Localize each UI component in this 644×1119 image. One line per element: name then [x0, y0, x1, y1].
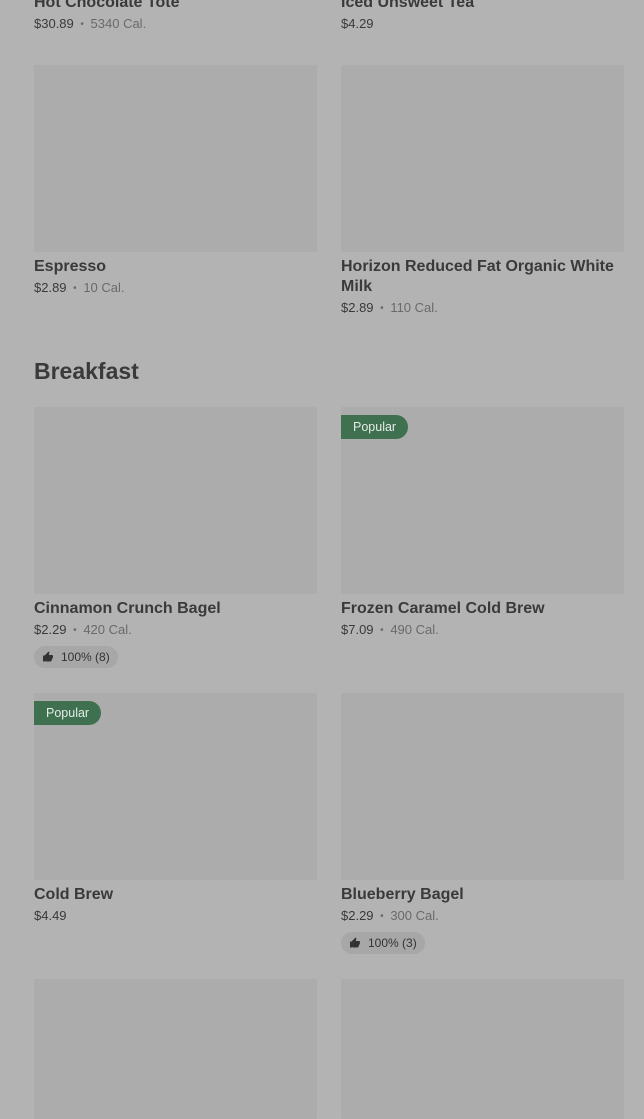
- popular-badge: Popular: [34, 701, 102, 725]
- item-name: Hot Chocolate Tote: [34, 0, 180, 11]
- item-price: $2.89: [34, 280, 67, 295]
- thumbs-up-icon: [43, 651, 53, 662]
- item-image: Popular: [34, 693, 317, 880]
- item-price: $2.29: [341, 908, 374, 923]
- item-price: $7.09: [341, 622, 374, 637]
- popular-badge: Popular: [341, 415, 409, 439]
- item-meta: $30.89 • 5340 Cal.: [34, 15, 317, 34]
- item-price: $4.49: [34, 908, 67, 923]
- menu-item-partial[interactable]: [34, 979, 317, 1119]
- menu-item-cold-brew[interactable]: Popular Cold Brew $4.49: [34, 693, 317, 924]
- item-image: [34, 407, 317, 594]
- menu-item-blueberry-bagel[interactable]: Blueberry Bagel $2.29 • 300 Cal. 100% (3…: [341, 693, 624, 954]
- item-calories: 300 Cal.: [390, 908, 439, 923]
- item-calories: 10 Cal.: [83, 280, 125, 295]
- item-meta: $2.29 • 300 Cal.: [341, 907, 624, 926]
- separator-dot: •: [380, 911, 384, 922]
- item-name: Blueberry Bagel: [341, 886, 464, 903]
- item-meta: $4.29: [341, 15, 624, 32]
- item-name: Iced Unsweet Tea: [341, 0, 475, 11]
- rating-text: 100% (3): [368, 936, 417, 950]
- separator-dot: •: [380, 303, 384, 314]
- thumbs-up-icon: [350, 937, 360, 948]
- item-calories: 5340 Cal.: [90, 16, 147, 31]
- item-price: $30.89: [34, 16, 74, 31]
- item-price: $4.29: [341, 16, 374, 31]
- item-meta: $7.09 • 490 Cal.: [341, 621, 624, 640]
- rating-pill: 100% (3): [341, 932, 425, 954]
- menu-item-hot-chocolate-tote[interactable]: Hot Chocolate Tote $30.89 • 5340 Cal.: [34, 0, 317, 34]
- menu-item-partial[interactable]: [341, 979, 624, 1119]
- rating-text: 100% (8): [61, 650, 110, 664]
- menu-item-horizon-milk[interactable]: Horizon Reduced Fat Organic White Milk $…: [341, 65, 624, 318]
- rating-pill: 100% (8): [34, 646, 118, 668]
- menu-page: Hot Chocolate Tote $30.89 • 5340 Cal. Ic…: [0, 0, 644, 1119]
- item-image: [341, 979, 624, 1119]
- separator-dot: •: [80, 19, 84, 30]
- separator-dot: •: [73, 625, 77, 636]
- separator-dot: •: [380, 625, 384, 636]
- item-name: Cinnamon Crunch Bagel: [34, 600, 221, 617]
- menu-item-iced-unsweet-tea[interactable]: Iced Unsweet Tea $4.29: [341, 0, 624, 32]
- menu-item-cinnamon-crunch-bagel[interactable]: Cinnamon Crunch Bagel $2.29 • 420 Cal. 1…: [34, 407, 317, 668]
- item-meta: $2.89 • 10 Cal.: [34, 279, 317, 298]
- item-price: $2.29: [34, 622, 67, 637]
- item-price: $2.89: [341, 300, 374, 315]
- separator-dot: •: [73, 283, 77, 294]
- item-calories: 110 Cal.: [390, 300, 438, 315]
- item-name: Espresso: [34, 258, 107, 275]
- item-image: [34, 979, 317, 1119]
- item-meta: $2.89 • 110 Cal.: [341, 299, 624, 318]
- item-name: Cold Brew: [34, 886, 114, 903]
- item-meta: $2.29 • 420 Cal.: [34, 621, 317, 640]
- item-calories: 420 Cal.: [83, 622, 132, 637]
- item-meta: $4.49: [34, 907, 317, 924]
- item-name: Horizon Reduced Fat Organic White Milk: [341, 258, 614, 295]
- section-title-breakfast: Breakfast: [34, 358, 139, 384]
- item-image: [34, 65, 317, 252]
- item-image: [341, 65, 624, 252]
- item-image: [341, 693, 624, 880]
- menu-item-frozen-caramel-cold-brew[interactable]: Popular Frozen Caramel Cold Brew $7.09 •…: [341, 407, 624, 640]
- item-image: Popular: [341, 407, 624, 594]
- item-calories: 490 Cal.: [390, 622, 439, 637]
- menu-item-espresso[interactable]: Espresso $2.89 • 10 Cal.: [34, 65, 317, 298]
- item-name: Frozen Caramel Cold Brew: [341, 600, 545, 617]
